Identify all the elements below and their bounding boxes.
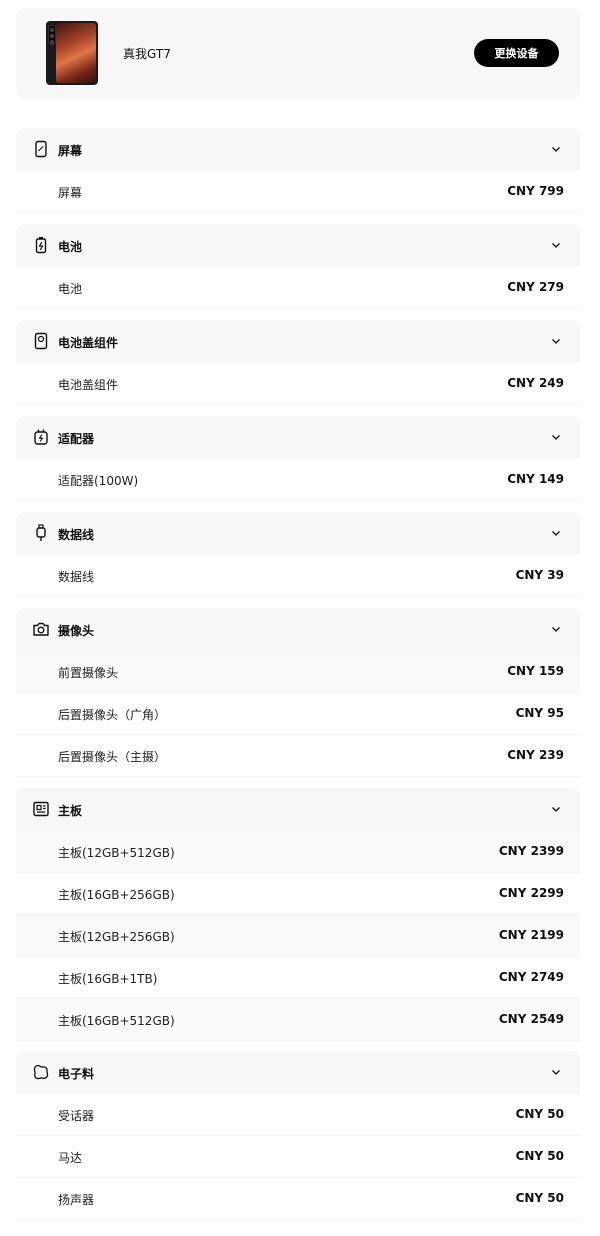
part-price: CNY 249: [507, 376, 564, 390]
category-header[interactable]: 摄像头: [16, 608, 580, 651]
part-price: CNY 279: [507, 280, 564, 294]
part-price: CNY 149: [507, 472, 564, 486]
category-header[interactable]: 电池盖组件: [16, 320, 580, 363]
part-row[interactable]: 屏幕 CNY 799: [16, 171, 580, 213]
category-section-electronic-parts: 电子料 受话器 CNY 50 马达 CNY 50 扬声器 CNY 50: [16, 1051, 580, 1220]
part-row[interactable]: 后置摄像头（广角） CNY 95: [16, 693, 580, 735]
part-price: CNY 50: [515, 1149, 564, 1163]
part-row[interactable]: 扬声器 CNY 50: [16, 1178, 580, 1220]
category-title: 适配器: [58, 432, 95, 446]
part-name: 主板(16GB+1TB): [58, 972, 158, 986]
part-price: CNY 39: [515, 568, 564, 582]
phone-screen-icon: [32, 140, 50, 158]
category-title: 电子料: [58, 1067, 95, 1081]
category-title: 电池盖组件: [58, 336, 119, 350]
part-row[interactable]: 主板(12GB+512GB) CNY 2399: [16, 831, 580, 873]
part-row[interactable]: 主板(16GB+1TB) CNY 2749: [16, 957, 580, 999]
part-name: 受话器: [58, 1109, 95, 1123]
cable-icon: [32, 524, 50, 542]
part-name: 扬声器: [58, 1193, 95, 1207]
back-cover-icon: [32, 332, 50, 350]
part-name: 前置摄像头: [58, 666, 119, 680]
part-row[interactable]: 电池 CNY 279: [16, 267, 580, 309]
category-header[interactable]: 电子料: [16, 1051, 580, 1094]
part-row[interactable]: 适配器(100W) CNY 149: [16, 459, 580, 501]
category-header[interactable]: 适配器: [16, 416, 580, 459]
part-row[interactable]: 主板(16GB+512GB) CNY 2549: [16, 999, 580, 1041]
device-card: 真我GT7 更换设备: [16, 8, 580, 99]
category-header[interactable]: 数据线: [16, 512, 580, 555]
part-price: CNY 50: [515, 1191, 564, 1205]
category-section-camera: 摄像头 前置摄像头 CNY 159 后置摄像头（广角） CNY 95 后置摄像头…: [16, 608, 580, 777]
part-row[interactable]: 主板(16GB+256GB) CNY 2299: [16, 873, 580, 915]
part-name: 主板(12GB+512GB): [58, 846, 175, 860]
category-title: 摄像头: [58, 624, 95, 638]
part-row[interactable]: 后置摄像头（主摄） CNY 239: [16, 735, 580, 777]
chevron-down-icon[interactable]: [550, 335, 562, 347]
device-name: 真我GT7: [123, 47, 171, 61]
part-row[interactable]: 马达 CNY 50: [16, 1136, 580, 1178]
part-row[interactable]: 前置摄像头 CNY 159: [16, 651, 580, 693]
category-section-screen: 屏幕 屏幕 CNY 799: [16, 128, 580, 213]
part-row[interactable]: 电池盖组件 CNY 249: [16, 363, 580, 405]
category-header[interactable]: 屏幕: [16, 128, 580, 171]
part-row[interactable]: 受话器 CNY 50: [16, 1094, 580, 1136]
part-name: 数据线: [58, 570, 95, 584]
category-title: 主板: [58, 804, 83, 818]
chevron-down-icon[interactable]: [550, 1066, 562, 1078]
electronic-parts-icon: [32, 1063, 50, 1081]
chevron-down-icon[interactable]: [550, 623, 562, 635]
part-row[interactable]: 主板(12GB+256GB) CNY 2199: [16, 915, 580, 957]
chevron-down-icon[interactable]: [550, 143, 562, 155]
part-name: 适配器(100W): [58, 474, 139, 488]
chevron-down-icon[interactable]: [550, 527, 562, 539]
motherboard-icon: [32, 800, 50, 818]
part-name: 屏幕: [58, 186, 83, 200]
part-name: 主板(12GB+256GB): [58, 930, 175, 944]
part-price: CNY 2749: [498, 970, 564, 984]
category-header[interactable]: 电池: [16, 224, 580, 267]
category-section-battery: 电池 电池 CNY 279: [16, 224, 580, 309]
adapter-icon: [32, 428, 50, 446]
switch-device-button[interactable]: 更换设备: [474, 39, 559, 67]
category-title: 屏幕: [58, 144, 83, 158]
part-price: CNY 159: [507, 664, 564, 678]
part-name: 后置摄像头（主摄）: [58, 750, 167, 764]
part-price: CNY 799: [507, 184, 564, 198]
chevron-down-icon[interactable]: [550, 803, 562, 815]
category-section-adapter: 适配器 适配器(100W) CNY 149: [16, 416, 580, 501]
category-title: 电池: [58, 240, 83, 254]
part-price: CNY 2199: [498, 928, 564, 942]
category-section-cable: 数据线 数据线 CNY 39: [16, 512, 580, 597]
part-price: CNY 50: [515, 1107, 564, 1121]
camera-icon: [32, 620, 50, 638]
part-price: CNY 2549: [498, 1012, 564, 1026]
part-price: CNY 2399: [498, 844, 564, 858]
chevron-down-icon[interactable]: [550, 239, 562, 251]
device-image: [46, 21, 98, 85]
part-name: 主板(16GB+512GB): [58, 1014, 175, 1028]
part-name: 电池盖组件: [58, 378, 119, 392]
part-name: 主板(16GB+256GB): [58, 888, 175, 902]
category-title: 数据线: [58, 528, 95, 542]
part-price: CNY 2299: [498, 886, 564, 900]
category-section-motherboard: 主板 主板(12GB+512GB) CNY 2399 主板(16GB+256GB…: [16, 788, 580, 1041]
battery-icon: [32, 236, 50, 254]
part-name: 后置摄像头（广角）: [58, 708, 167, 722]
category-section-back-cover: 电池盖组件 电池盖组件 CNY 249: [16, 320, 580, 405]
chevron-down-icon[interactable]: [550, 431, 562, 443]
part-name: 马达: [58, 1151, 83, 1165]
part-price: CNY 239: [507, 748, 564, 762]
part-row[interactable]: 数据线 CNY 39: [16, 555, 580, 597]
part-name: 电池: [58, 282, 83, 296]
part-price: CNY 95: [515, 706, 564, 720]
category-header[interactable]: 主板: [16, 788, 580, 831]
